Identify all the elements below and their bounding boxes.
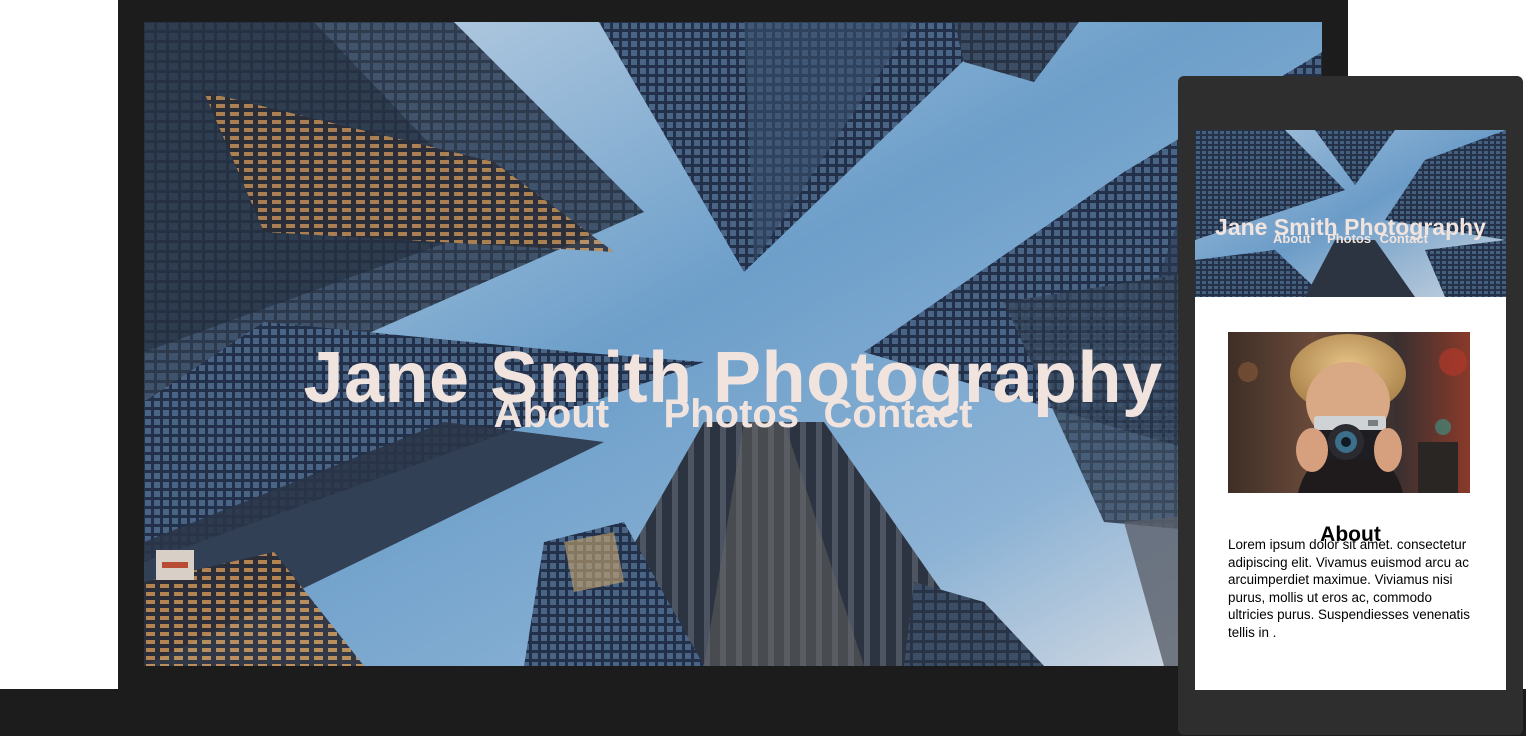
desktop-hero: Jane Smith Photography About Photos Cont… bbox=[144, 22, 1322, 666]
about-image bbox=[1228, 332, 1470, 493]
desktop-nav-contact[interactable]: Contact bbox=[824, 394, 973, 434]
desktop-nav-about[interactable]: About bbox=[494, 394, 610, 434]
mobile-screen: Jane Smith Photography About Photos Cont… bbox=[1195, 130, 1506, 690]
about-body-text: Lorem ipsum dolor sit amet. consectetur … bbox=[1228, 537, 1470, 640]
photographer-with-camera-photo bbox=[1228, 332, 1470, 493]
mobile-nav-about[interactable]: About bbox=[1273, 232, 1311, 245]
desktop-nav-photos[interactable]: Photos bbox=[664, 394, 800, 434]
mobile-hero-image: Jane Smith Photography About Photos Cont… bbox=[1195, 130, 1506, 297]
mobile-nav-photos[interactable]: Photos bbox=[1327, 232, 1371, 245]
desktop-nav: About Photos Contact bbox=[144, 394, 1322, 434]
mobile-nav: About Photos Contact bbox=[1195, 231, 1506, 247]
mobile-nav-contact[interactable]: Contact bbox=[1380, 232, 1428, 245]
